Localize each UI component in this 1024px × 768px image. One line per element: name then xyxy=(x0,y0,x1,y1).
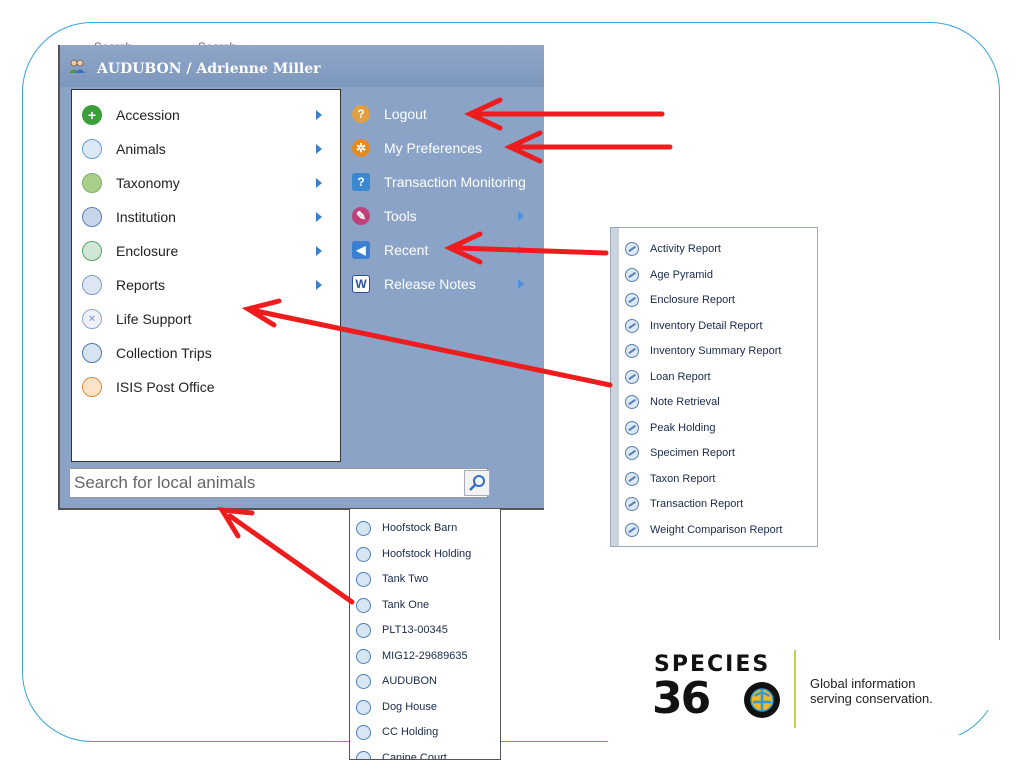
logo-number: 36 xyxy=(652,673,711,724)
arrow-to-recent xyxy=(455,245,609,256)
species360-logo: SPECIES 36 Global information serving co… xyxy=(650,650,980,730)
arrow-to-reports xyxy=(253,308,613,388)
arrow-to-search xyxy=(227,513,355,605)
logo-divider xyxy=(794,650,796,728)
logo-tagline: Global information xyxy=(810,676,916,691)
logo-tagline: serving conservation. xyxy=(810,691,933,706)
globe-logo-icon xyxy=(744,682,780,718)
